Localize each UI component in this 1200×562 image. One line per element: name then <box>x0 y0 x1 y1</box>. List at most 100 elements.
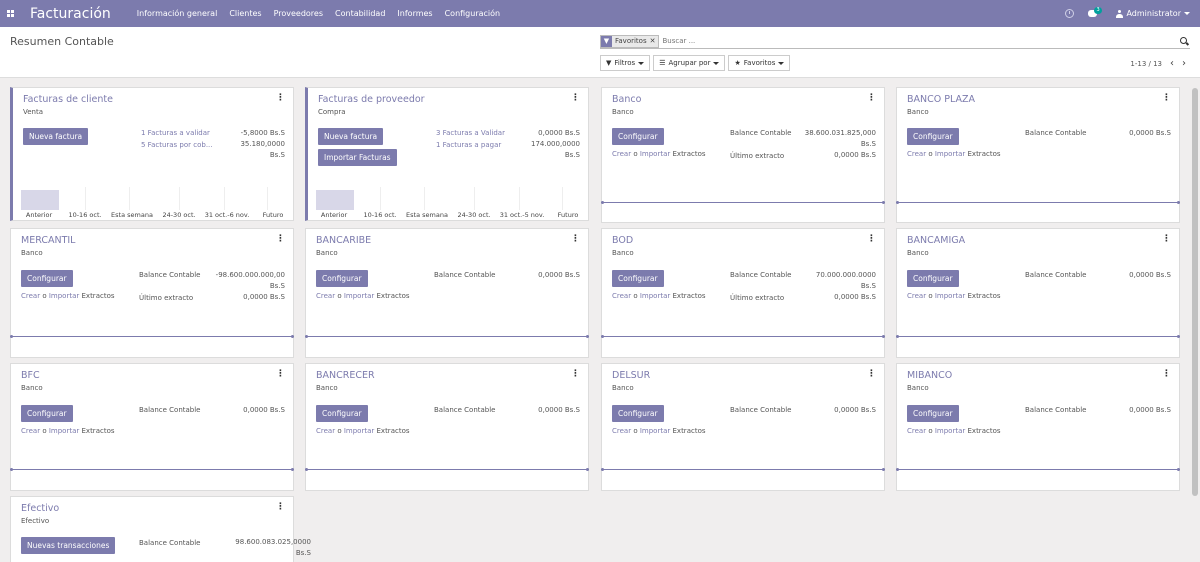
balance-line-graph <box>10 335 294 338</box>
create-statement-link[interactable]: Crear <box>316 292 335 300</box>
journal-name[interactable]: Banco <box>612 94 641 105</box>
filters-button[interactable]: ▼ Filtros <box>600 55 651 71</box>
menu-item-accounting[interactable]: Contabilidad <box>335 9 385 18</box>
journal-name[interactable]: BOD <box>612 235 633 246</box>
apps-menu-icon[interactable] <box>0 0 20 27</box>
or-text: o <box>633 292 638 300</box>
kebab-menu-icon[interactable]: ⋮ <box>571 93 580 103</box>
pager-value[interactable]: 1-13 / 13 <box>1130 60 1162 68</box>
create-statement-link[interactable]: Crear <box>907 292 926 300</box>
kebab-menu-icon[interactable]: ⋮ <box>276 93 285 103</box>
configure-button[interactable]: Configurar <box>21 405 73 422</box>
chevron-right-icon[interactable]: › <box>1182 58 1186 69</box>
new-bill-button[interactable]: Nueva factura <box>318 128 384 145</box>
kebab-menu-icon[interactable]: ⋮ <box>867 369 876 379</box>
create-statement-link[interactable]: Crear <box>21 427 40 435</box>
configure-button[interactable]: Configurar <box>612 270 664 287</box>
invoices-to-collect-link[interactable]: 5 Facturas por cob... <box>141 141 213 149</box>
journal-name[interactable]: BANCRECER <box>316 370 375 381</box>
bills-to-validate-amount: 0,0000 Bs.S <box>538 129 580 137</box>
messaging-button[interactable]: 3 <box>1088 6 1102 20</box>
payables-bar-chart: Anterior 10-16 oct. Esta semana 24-30 oc… <box>314 185 582 220</box>
journal-name[interactable]: MIBANCO <box>907 370 952 381</box>
kebab-menu-icon[interactable]: ⋮ <box>867 234 876 244</box>
configure-button[interactable]: Configurar <box>907 270 959 287</box>
create-statement-link[interactable]: Crear <box>907 427 926 435</box>
import-statement-link[interactable]: Importar <box>49 292 79 300</box>
kebab-menu-icon[interactable]: ⋮ <box>1162 234 1171 244</box>
journal-name[interactable]: BFC <box>21 370 40 381</box>
facet-remove-icon[interactable]: ✕ <box>650 37 659 45</box>
journal-card-bank: DELSUR Banco ⋮ Configurar Balance Contab… <box>601 363 885 491</box>
chevron-left-icon[interactable]: ‹ <box>1170 58 1174 69</box>
create-statement-link[interactable]: Crear <box>316 427 335 435</box>
bar-anterior <box>21 190 59 210</box>
menu-item-configuration[interactable]: Configuración <box>445 9 501 18</box>
search-input[interactable] <box>662 37 1143 45</box>
journal-name[interactable]: MERCANTIL <box>21 235 75 246</box>
configure-button[interactable]: Configurar <box>907 128 959 145</box>
import-statement-link[interactable]: Importar <box>640 292 670 300</box>
page-title: Resumen Contable <box>10 35 114 48</box>
create-statement-link[interactable]: Crear <box>612 150 631 158</box>
bills-to-validate-link[interactable]: 3 Facturas a Validar <box>436 129 505 137</box>
kebab-menu-icon[interactable]: ⋮ <box>276 369 285 379</box>
journal-name[interactable]: BANCAMIGA <box>907 235 965 246</box>
new-transactions-button[interactable]: Nuevas transacciones <box>21 537 116 554</box>
kebab-menu-icon[interactable]: ⋮ <box>867 93 876 103</box>
configure-button[interactable]: Configurar <box>612 405 664 422</box>
journal-name[interactable]: DELSUR <box>612 370 650 381</box>
import-statement-link[interactable]: Importar <box>935 292 965 300</box>
journal-name[interactable]: Facturas de proveedor <box>318 94 425 105</box>
create-statement-link[interactable]: Crear <box>612 427 631 435</box>
user-menu[interactable]: Administrator <box>1116 9 1190 18</box>
bar-anterior <box>316 190 354 210</box>
import-statement-link[interactable]: Importar <box>344 292 374 300</box>
import-bills-button[interactable]: Importar Facturas <box>318 149 397 166</box>
menu-item-reports[interactable]: Informes <box>397 9 432 18</box>
import-statement-link[interactable]: Importar <box>640 427 670 435</box>
configure-button[interactable]: Configurar <box>21 270 73 287</box>
import-statement-link[interactable]: Importar <box>344 427 374 435</box>
menu-item-overview[interactable]: Información general <box>137 9 218 18</box>
balance-label: Balance Contable <box>434 271 496 279</box>
kebab-menu-icon[interactable]: ⋮ <box>276 502 285 512</box>
kebab-menu-icon[interactable]: ⋮ <box>276 234 285 244</box>
import-statement-link[interactable]: Importar <box>640 150 670 158</box>
chart-gridline <box>474 187 475 210</box>
or-text: o <box>928 427 933 435</box>
chevron-down-icon <box>1184 12 1190 15</box>
or-text: o <box>42 427 47 435</box>
menu-item-vendors[interactable]: Proveedores <box>274 9 323 18</box>
import-statement-link[interactable]: Importar <box>49 427 79 435</box>
groupby-button[interactable]: ☰ Agrupar por <box>653 55 726 71</box>
import-statement-link[interactable]: Importar <box>935 150 965 158</box>
bills-to-pay-link[interactable]: 1 Facturas a pagar <box>436 141 501 149</box>
app-brand[interactable]: Facturación <box>30 6 111 22</box>
create-statement-link[interactable]: Crear <box>612 292 631 300</box>
favorites-button[interactable]: ★ Favoritos <box>728 55 791 71</box>
configure-button[interactable]: Configurar <box>316 405 368 422</box>
activity-clock-icon[interactable] <box>1065 9 1075 18</box>
journal-name[interactable]: BANCARIBE <box>316 235 371 246</box>
journal-card-bank: MERCANTIL Banco ⋮ Configurar Balance Con… <box>10 228 294 358</box>
menu-item-customers[interactable]: Clientes <box>229 9 261 18</box>
vertical-scrollbar[interactable] <box>1192 88 1198 496</box>
new-invoice-button[interactable]: Nueva factura <box>23 128 89 145</box>
search-icon[interactable] <box>1180 37 1187 44</box>
journal-name[interactable]: Efectivo <box>21 503 59 514</box>
create-statement-link[interactable]: Crear <box>907 150 926 158</box>
journal-name[interactable]: Facturas de cliente <box>23 94 113 105</box>
configure-button[interactable]: Configurar <box>316 270 368 287</box>
kebab-menu-icon[interactable]: ⋮ <box>1162 93 1171 103</box>
import-statement-link[interactable]: Importar <box>935 427 965 435</box>
kebab-menu-icon[interactable]: ⋮ <box>571 234 580 244</box>
invoices-to-validate-link[interactable]: 1 Facturas a validar <box>141 129 210 137</box>
kebab-menu-icon[interactable]: ⋮ <box>571 369 580 379</box>
journal-name[interactable]: BANCO PLAZA <box>907 94 975 105</box>
filter-icon: ▼ <box>601 35 612 47</box>
create-statement-link[interactable]: Crear <box>21 292 40 300</box>
kebab-menu-icon[interactable]: ⋮ <box>1162 369 1171 379</box>
configure-button[interactable]: Configurar <box>612 128 664 145</box>
configure-button[interactable]: Configurar <box>907 405 959 422</box>
